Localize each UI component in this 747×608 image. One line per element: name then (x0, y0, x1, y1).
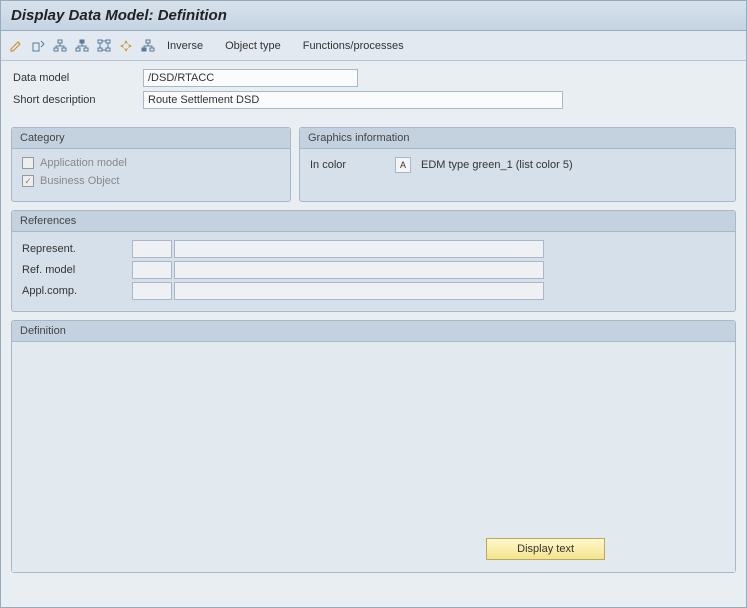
display-text-button[interactable]: Display text (486, 538, 605, 560)
ref-model-label: Ref. model (22, 264, 132, 276)
category-fieldset: Category Application model ✓ Business Ob… (11, 127, 291, 202)
hierarchy-icon-1[interactable] (51, 37, 69, 55)
window-title: Display Data Model: Definition (11, 7, 227, 24)
short-description-label: Short description (13, 94, 143, 106)
short-description-input[interactable] (143, 91, 563, 109)
ref-model-code-input[interactable] (132, 261, 172, 279)
definition-fieldset: Definition Display text (11, 320, 736, 573)
hierarchy-icon-2[interactable] (73, 37, 91, 55)
data-model-label: Data model (13, 72, 143, 84)
edit-pencil-icon[interactable] (7, 37, 25, 55)
toolbar: Inverse Object type Functions/processes (1, 31, 746, 61)
references-fieldset: References Represent. Ref. model Appl.co… (11, 210, 736, 312)
color-box[interactable]: A (395, 157, 411, 173)
header-fields: Data model Short description (1, 61, 746, 121)
navigate-icon[interactable] (117, 37, 135, 55)
definition-title: Definition (12, 321, 735, 342)
appl-comp-code-input[interactable] (132, 282, 172, 300)
represent-label: Represent. (22, 243, 132, 255)
category-title: Category (12, 128, 290, 149)
business-object-checkbox: ✓ (22, 175, 34, 187)
main-window: Display Data Model: Definition Inverse O… (0, 0, 747, 608)
edm-type-text: EDM type green_1 (list color 5) (421, 159, 573, 171)
application-model-row: Application model (22, 157, 280, 169)
hierarchy-grid-icon[interactable] (95, 37, 113, 55)
in-color-label: In color (310, 159, 385, 171)
display-change-icon[interactable] (29, 37, 47, 55)
hierarchy-icon-3[interactable] (139, 37, 157, 55)
graphics-fieldset: Graphics information In color A EDM type… (299, 127, 736, 202)
title-bar: Display Data Model: Definition (1, 1, 746, 31)
data-model-input[interactable] (143, 69, 358, 87)
graphics-title: Graphics information (300, 128, 735, 149)
ref-model-desc-input[interactable] (174, 261, 544, 279)
business-object-label: Business Object (40, 175, 119, 187)
inverse-menu[interactable]: Inverse (167, 40, 203, 52)
represent-desc-input[interactable] (174, 240, 544, 258)
business-object-row: ✓ Business Object (22, 175, 280, 187)
object-type-menu[interactable]: Object type (225, 40, 281, 52)
functions-processes-menu[interactable]: Functions/processes (303, 40, 404, 52)
references-title: References (12, 211, 735, 232)
represent-code-input[interactable] (132, 240, 172, 258)
appl-comp-desc-input[interactable] (174, 282, 544, 300)
application-model-checkbox (22, 157, 34, 169)
application-model-label: Application model (40, 157, 127, 169)
appl-comp-label: Appl.comp. (22, 285, 132, 297)
